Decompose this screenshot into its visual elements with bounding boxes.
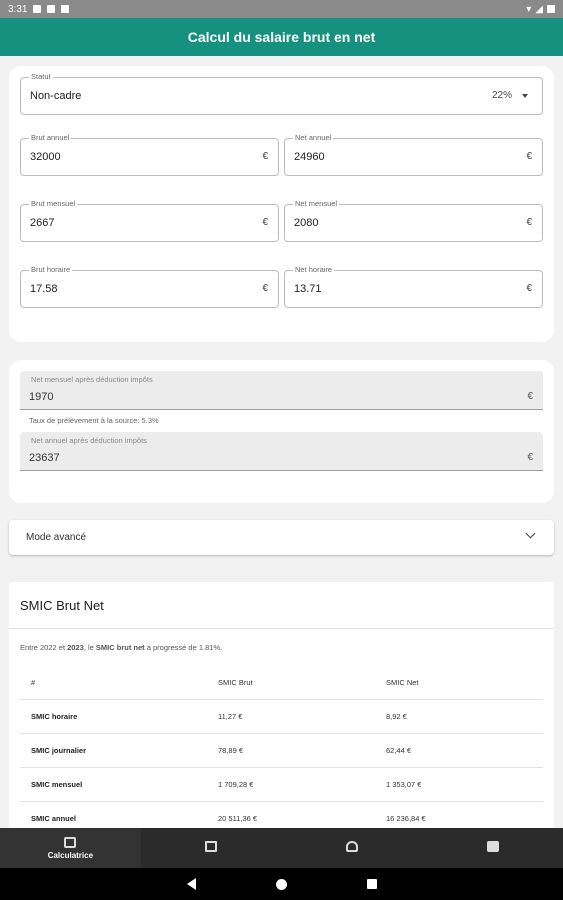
wifi-icon: ▾ (526, 3, 532, 15)
statut-value: Non-cadre (30, 90, 82, 102)
chevron-down-icon (525, 528, 536, 539)
euro-unit: € (526, 283, 532, 294)
table-cell: 62,44 € (375, 733, 543, 768)
advanced-mode-label: Mode avancé (26, 532, 87, 543)
table-row: SMIC mensuel 1 709,28 € 1 353,07 € (20, 767, 543, 802)
net-mensuel-apres-impots-field: Net mensuel après déduction impôts 1970 … (20, 371, 543, 410)
battery-saver-icon (61, 5, 70, 13)
dropdown-arrow-icon (522, 94, 528, 98)
system-navigation-bar (0, 868, 563, 900)
signal-icon: ◢ (535, 3, 543, 15)
euro-unit: € (262, 151, 268, 162)
salary-form-card: Statut Non-cadre 22% Brut annuel 32000 €… (9, 66, 554, 342)
brut-annuel-label: Brut annuel (29, 133, 72, 143)
table-cell: SMIC journalier (20, 733, 207, 768)
table-cell: 1 353,07 € (375, 767, 543, 802)
statut-select[interactable]: Statut Non-cadre 22% (20, 72, 543, 115)
brut-horaire-label: Brut horaire (29, 265, 73, 275)
brut-annuel-value: 32000 (30, 151, 61, 163)
euro-unit: € (262, 217, 268, 228)
nav-calculatrice-label: Calculatrice (47, 850, 94, 860)
net-annuel-label: Net annuel (293, 133, 334, 143)
folder-icon (486, 841, 499, 852)
nav-calculatrice[interactable]: Calculatrice (0, 828, 141, 868)
smic-intro: Entre 2022 et 2023, le SMIC brut net a p… (20, 643, 223, 652)
recent-apps-icon[interactable] (366, 879, 377, 889)
net-annuel-apres-impots-field: Net annuel après déduction impôts 23637 … (20, 432, 543, 471)
table-header: # (20, 667, 207, 700)
table-cell: 11,27 € (207, 699, 375, 734)
sd-card-icon (47, 5, 56, 13)
table-header: SMIC Net (375, 667, 543, 700)
euro-unit: € (527, 391, 533, 402)
smic-divider (9, 628, 554, 629)
table-header-row: # SMIC Brut SMIC Net (20, 667, 543, 700)
smic-table: # SMIC Brut SMIC Net SMIC horaire 11,27 … (20, 667, 543, 836)
euro-unit: € (526, 217, 532, 228)
app-title: Calcul du salaire brut en net (187, 29, 376, 45)
edit-document-icon (205, 841, 218, 852)
brut-mensuel-label: Brut mensuel (29, 199, 78, 209)
euro-unit: € (527, 452, 533, 463)
nav-folder[interactable] (422, 828, 563, 868)
statut-label: Statut (29, 72, 53, 82)
table-row: SMIC horaire 11,27 € 8,92 € (20, 699, 543, 734)
taux-prelevement-text: Taux de prélèvement à la source: 5.3% (29, 416, 159, 425)
table-cell: 1 709,28 € (207, 767, 375, 802)
advanced-mode-toggle[interactable]: Mode avancé (9, 520, 554, 555)
app-bar: Calcul du salaire brut en net (0, 18, 563, 56)
net-annuel-field[interactable]: Net annuel 24960 € (284, 133, 543, 176)
home-icon[interactable] (275, 878, 287, 890)
brut-horaire-value: 17.58 (30, 283, 58, 295)
table-cell: SMIC horaire (20, 699, 207, 734)
bottom-navigation: Calculatrice (0, 828, 563, 868)
battery-icon (547, 5, 555, 13)
table-header: SMIC Brut (207, 667, 375, 700)
tax-card: Net mensuel après déduction impôts 1970 … (9, 360, 554, 503)
brut-annuel-field[interactable]: Brut annuel 32000 € (20, 133, 279, 176)
net-annuel-apres-label: Net annuel après déduction impôts (31, 436, 147, 445)
net-horaire-field[interactable]: Net horaire 13.71 € (284, 265, 543, 308)
smic-title: SMIC Brut Net (20, 598, 104, 613)
statut-rate: 22% (491, 90, 512, 101)
brut-horaire-field[interactable]: Brut horaire 17.58 € (20, 265, 279, 308)
euro-unit: € (262, 283, 268, 294)
database-settings-icon (345, 841, 358, 852)
back-icon[interactable] (186, 878, 196, 890)
smic-card: SMIC Brut Net Entre 2022 et 2023, le SMI… (9, 582, 554, 842)
net-horaire-value: 13.71 (294, 283, 322, 295)
net-annuel-apres-value: 23637 (29, 452, 60, 464)
net-mensuel-value: 2080 (294, 217, 319, 229)
nav-database[interactable] (282, 828, 423, 868)
brut-mensuel-field[interactable]: Brut mensuel 2667 € (20, 199, 279, 242)
nav-edit[interactable] (141, 828, 282, 868)
net-mensuel-apres-value: 1970 (29, 391, 54, 403)
net-mensuel-label: Net mensuel (293, 199, 340, 209)
status-bar: 3:31 ▾ ◢ (0, 0, 563, 18)
table-cell: 78,89 € (207, 733, 375, 768)
net-mensuel-apres-label: Net mensuel après déduction impôts (31, 375, 153, 384)
status-time: 3:31 (8, 3, 28, 15)
table-cell: 8,92 € (375, 699, 543, 734)
net-mensuel-field[interactable]: Net mensuel 2080 € (284, 199, 543, 242)
net-horaire-label: Net horaire (293, 265, 335, 275)
table-cell: SMIC mensuel (20, 767, 207, 802)
net-annuel-value: 24960 (294, 151, 325, 163)
notification-icon (33, 5, 42, 13)
table-row: SMIC journalier 78,89 € 62,44 € (20, 733, 543, 768)
calculator-icon (64, 836, 77, 848)
brut-mensuel-value: 2667 (30, 217, 55, 229)
euro-unit: € (526, 151, 532, 162)
